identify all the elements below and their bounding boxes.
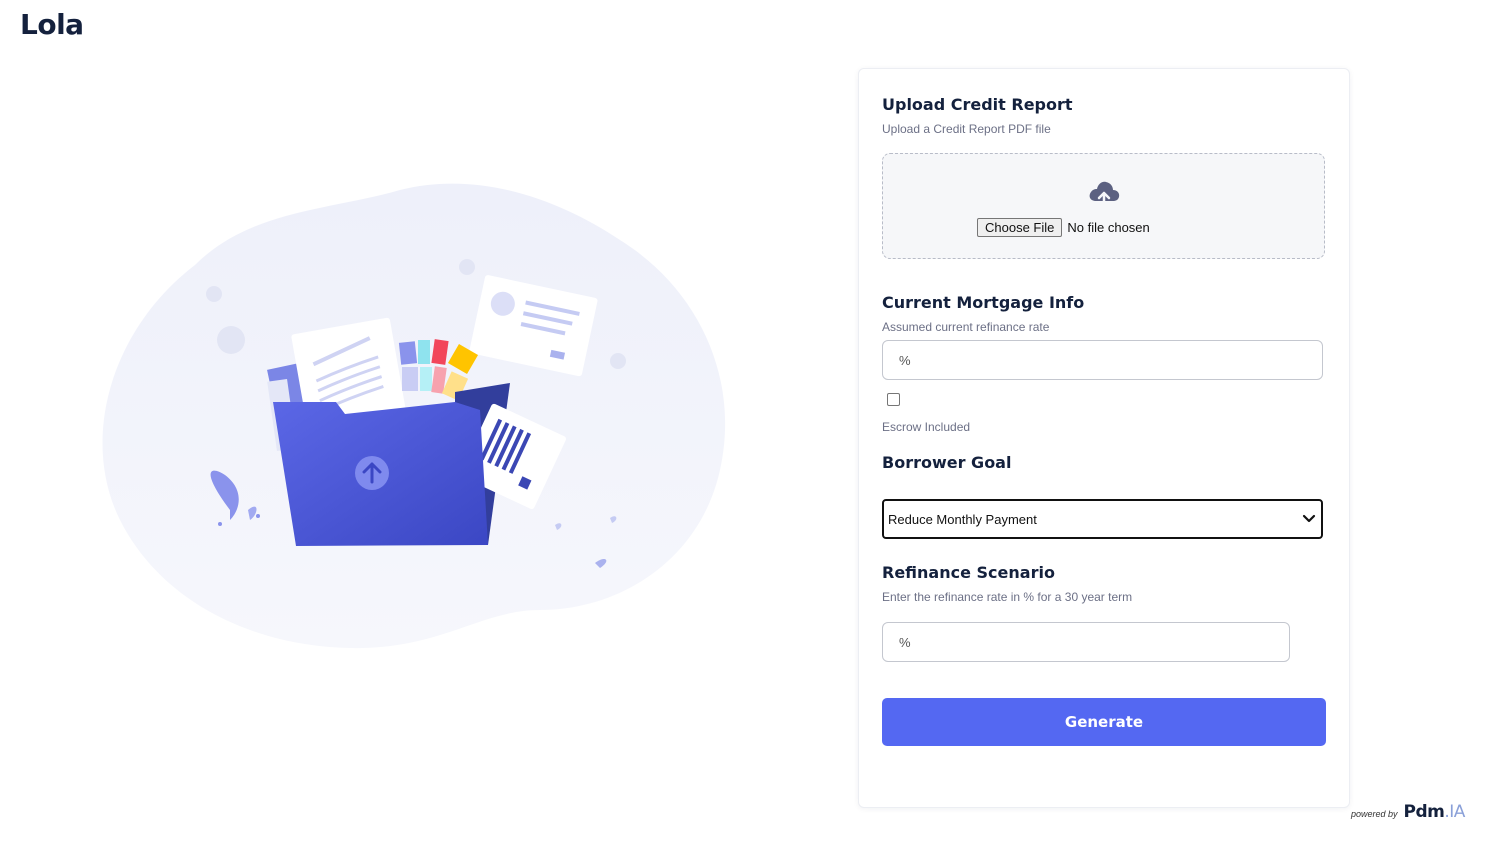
- brand-logo: Pdm.IA: [1403, 802, 1466, 822]
- generate-button[interactable]: Generate: [882, 698, 1326, 746]
- credit-report-form-card: Upload Credit Report Upload a Credit Rep…: [858, 68, 1350, 808]
- app-page: Lola Upload Credit Report Upload a Credi…: [0, 0, 1488, 852]
- file-status-text: No file chosen: [1067, 220, 1150, 235]
- current-rate-label: Assumed current refinance rate: [882, 320, 1050, 334]
- choose-file-button[interactable]: Choose File: [977, 218, 1063, 237]
- refinance-scenario-title: Refinance Scenario: [882, 563, 1055, 582]
- upload-hint: Upload a Credit Report PDF file: [882, 122, 1051, 136]
- chevron-down-icon: [1302, 514, 1316, 523]
- borrower-goal-title: Borrower Goal: [882, 453, 1012, 472]
- refinance-scenario-hint: Enter the refinance rate in % for a 30 y…: [882, 590, 1133, 604]
- brand-suffix: .IA: [1444, 802, 1465, 822]
- file-input[interactable]: Choose File No file chosen: [977, 218, 1150, 237]
- mortgage-section-title: Current Mortgage Info: [882, 293, 1085, 312]
- borrower-goal-selected: Reduce Monthly Payment: [888, 511, 1037, 527]
- app-logo: Lola: [20, 8, 84, 41]
- powered-by-text: powered by: [1351, 809, 1398, 819]
- borrower-goal-select[interactable]: Reduce Monthly Payment: [882, 499, 1323, 539]
- upload-section-title: Upload Credit Report: [882, 95, 1073, 114]
- escrow-checkbox[interactable]: [887, 393, 900, 406]
- folder-upload-illustration: [102, 183, 726, 649]
- refinance-rate-input[interactable]: [882, 622, 1290, 662]
- escrow-label: Escrow Included: [882, 420, 971, 434]
- current-rate-input[interactable]: [882, 340, 1323, 380]
- brand-main: Pdm: [1403, 802, 1445, 822]
- powered-by-footer: powered by Pdm.IA: [1351, 802, 1465, 822]
- file-dropzone[interactable]: Choose File No file chosen: [882, 153, 1325, 259]
- cloud-upload-icon: [1089, 181, 1120, 209]
